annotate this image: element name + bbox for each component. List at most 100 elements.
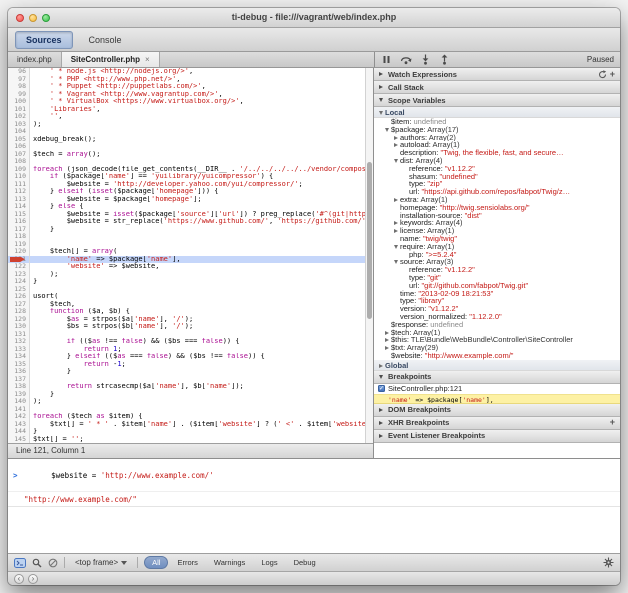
scope-variable-row[interactable]: source: Array(3)	[374, 258, 620, 266]
refresh-watch-icon[interactable]	[598, 70, 607, 79]
variable-value: "library"	[418, 297, 444, 305]
scope-variable-row[interactable]: license: Array(1)	[374, 227, 620, 235]
clear-console-icon[interactable]	[48, 558, 58, 568]
section-call-stack[interactable]: Call Stack	[374, 81, 620, 94]
variable-value: "Twig, the flexible, fast, and secure…	[440, 149, 563, 157]
search-icon[interactable]	[32, 558, 42, 568]
code-text: usort(	[30, 293, 58, 301]
scope-variable-row[interactable]: $this: TLE\Bundle\WebBundle\Controller\S…	[374, 336, 620, 344]
filter-logs[interactable]: Logs	[254, 557, 284, 568]
code-text: } elseif (($as === false) && ($bs !== fa…	[30, 353, 265, 361]
line-number-gutter[interactable]: 145	[8, 436, 30, 444]
disclosure-triangle-icon[interactable]	[385, 338, 389, 342]
breakpoint-entry[interactable]: ✓ SiteController.php:121	[374, 384, 620, 394]
variable-name: $item	[391, 118, 409, 126]
scope-variable-row: $item: undefined	[374, 118, 620, 126]
disclosure-triangle-icon[interactable]	[394, 221, 398, 225]
variable-name: type	[409, 274, 423, 282]
scope-variable-row[interactable]: autoload: Array(1)	[374, 141, 620, 149]
tab-index-php[interactable]: index.php	[8, 52, 62, 67]
panel-button-sources[interactable]: Sources	[15, 31, 73, 49]
code-text: $website = isset($package['source']['url…	[30, 211, 365, 219]
add-xhr-breakpoint-icon[interactable]: +	[610, 418, 615, 427]
disclosure-triangle-icon[interactable]	[394, 136, 398, 140]
frame-selector-dropdown[interactable]: <top frame>	[71, 557, 131, 568]
section-dom-breakpoints[interactable]: DOM Breakpoints	[374, 404, 620, 417]
scope-variable-row[interactable]: extra: Array(1)	[374, 196, 620, 204]
code-text: $website = str_replace('https://www.gith…	[30, 218, 365, 226]
scope-variable-row[interactable]: authors: Array(2)	[374, 134, 620, 142]
cursor-position-label: Line 121, Column 1	[16, 446, 85, 455]
editor-scrollbar[interactable]	[365, 68, 373, 443]
scope-variable-row[interactable]: require: Array(1)	[374, 243, 620, 251]
section-xhr-breakpoints[interactable]: XHR Breakpoints +	[374, 417, 620, 430]
filter-all[interactable]: All	[144, 556, 168, 569]
scope-variable-row[interactable]: keywords: Array(4)	[374, 219, 620, 227]
subheader: index.php SiteController.php× Paused	[8, 52, 620, 68]
close-window-button[interactable]	[16, 14, 24, 22]
back-button[interactable]: ‹	[14, 574, 24, 584]
code-text: }	[30, 226, 54, 234]
disclosure-triangle-icon[interactable]	[394, 198, 398, 202]
disclosure-triangle-icon[interactable]	[385, 346, 389, 350]
add-watch-icon[interactable]: +	[610, 70, 615, 79]
console-toggle-icon[interactable]	[14, 558, 26, 568]
scope-variable-row[interactable]: $txt: Array(29)	[374, 344, 620, 352]
section-scope-variables[interactable]: Scope Variables	[374, 94, 620, 107]
variable-value: Array(1)	[420, 196, 447, 204]
close-tab-icon[interactable]: ×	[145, 55, 150, 64]
disclosure-triangle-icon[interactable]	[394, 229, 398, 233]
scope-variable-row: installation-source: "dist"	[374, 212, 620, 220]
breakpoint-code-preview[interactable]: 'name' => $package['name'],	[374, 394, 620, 404]
variable-value: "dist"	[465, 212, 482, 220]
code-text: );	[30, 121, 41, 129]
code-editor[interactable]: 96 ' * node.js <http://nodejs.org/>',97 …	[8, 68, 365, 443]
pause-resume-icon[interactable]	[381, 54, 392, 65]
settings-gear-icon[interactable]	[603, 557, 614, 568]
disclosure-triangle-icon	[379, 364, 383, 368]
console-drawer[interactable]: >$website = 'http://www.example.com/' "h…	[8, 458, 620, 553]
disclosure-triangle-icon[interactable]	[394, 245, 398, 249]
variable-value: TLE\Bundle\WebBundle\Controller\SiteCont…	[411, 336, 573, 344]
code-line: 109foreach (json_decode(file_get_content…	[8, 166, 365, 174]
window-title: ti-debug - file:///vagrant/web/index.php	[8, 8, 620, 27]
section-breakpoints[interactable]: Breakpoints	[374, 371, 620, 384]
code-text: ' * node.js <http://nodejs.org/>',	[30, 68, 193, 76]
paused-status: Paused	[587, 55, 614, 64]
section-event-listener-breakpoints[interactable]: Event Listener Breakpoints	[374, 430, 620, 443]
scrollbar-thumb[interactable]	[367, 162, 372, 320]
step-into-icon[interactable]	[420, 54, 431, 65]
variable-name: autoload	[400, 141, 429, 149]
disclosure-triangle-icon[interactable]	[385, 331, 389, 335]
panel-button-console[interactable]: Console	[78, 31, 133, 49]
disclosure-triangle-icon[interactable]	[394, 260, 398, 264]
section-watch-expressions[interactable]: Watch Expressions +	[374, 68, 620, 81]
tab-sitecontroller-php[interactable]: SiteController.php×	[62, 52, 160, 67]
scope-variable-row[interactable]: $package: Array(17)	[374, 126, 620, 134]
code-line: 106	[8, 143, 365, 151]
scope-variable-row[interactable]: $tech: Array(1)	[374, 329, 620, 337]
filter-debug[interactable]: Debug	[287, 557, 323, 568]
filter-errors[interactable]: Errors	[170, 557, 204, 568]
traffic-lights	[16, 14, 50, 22]
scope-section-local[interactable]: Local	[374, 107, 620, 118]
variable-value: "zip"	[427, 180, 442, 188]
titlebar[interactable]: ti-debug - file:///vagrant/web/index.php	[8, 8, 620, 28]
disclosure-triangle-icon[interactable]	[394, 143, 398, 147]
disclosure-triangle-icon[interactable]	[385, 128, 389, 132]
breakpoint-checkbox[interactable]: ✓	[378, 385, 385, 392]
variable-value: "v1.12.2"	[428, 305, 458, 313]
filter-warnings[interactable]: Warnings	[207, 557, 252, 568]
scope-variable-row[interactable]: dist: Array(4)	[374, 157, 620, 165]
disclosure-triangle-icon[interactable]	[394, 159, 398, 163]
minimize-window-button[interactable]	[29, 14, 37, 22]
scope-section-global[interactable]: Global	[374, 360, 620, 371]
step-out-icon[interactable]	[439, 54, 450, 65]
code-line: 100 ' * VirtualBox <https://www.virtualb…	[8, 98, 365, 106]
code-text: 'website' => $website,	[30, 263, 159, 271]
zoom-window-button[interactable]	[42, 14, 50, 22]
step-over-icon[interactable]	[400, 54, 412, 65]
code-line: 129 $as = strpos($a['name'], '/');	[8, 316, 365, 324]
forward-button[interactable]: ›	[28, 574, 38, 584]
variable-name: php	[409, 251, 422, 259]
